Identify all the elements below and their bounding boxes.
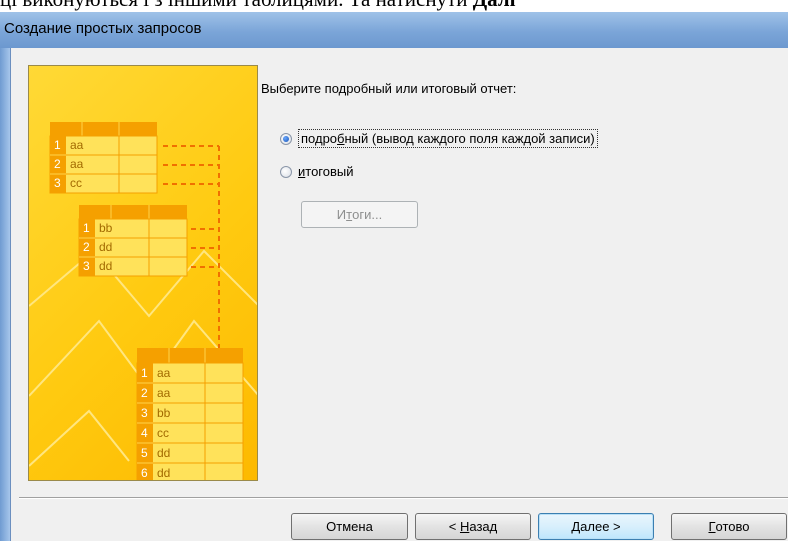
- table2-cell-value: dd: [99, 240, 113, 254]
- detail-radio[interactable]: [280, 132, 292, 145]
- table2-cell-value: dd: [99, 259, 113, 273]
- summary-radio[interactable]: [280, 165, 292, 178]
- table3-row-number: 1: [141, 366, 148, 380]
- table3-cell-value: aa: [157, 366, 171, 380]
- table3-row-number: 3: [141, 406, 148, 420]
- report-type-prompt: Выберите подробный или итоговый отчет:: [261, 81, 517, 96]
- totals-button[interactable]: Ит оги...: [301, 201, 418, 228]
- illustration-table-3: [136, 348, 244, 480]
- summary-option-label[interactable]: итоговый: [298, 164, 354, 179]
- table1-cell-value: aa: [70, 157, 84, 171]
- illustration-table-1: [49, 122, 158, 194]
- table3-row-number: 6: [141, 466, 148, 480]
- table2-row-number: 2: [83, 240, 90, 254]
- table2-row-number: 3: [83, 259, 90, 273]
- detail-option[interactable]: подробный (вывод каждого поля каждой зап…: [280, 129, 598, 148]
- detail-option-label[interactable]: подробный (вывод каждого поля каждой зап…: [298, 129, 598, 148]
- table2-cell-value: bb: [99, 221, 113, 235]
- table3-row-number: 5: [141, 446, 148, 460]
- summary-option[interactable]: итоговый: [280, 164, 354, 179]
- table3-cell-value: cc: [157, 426, 169, 440]
- back-button[interactable]: < Назад: [415, 513, 531, 540]
- table1-row-number: 2: [54, 157, 61, 171]
- dialog-client-area: 1 2 3 aa aa cc 1 2 3 bb dd dd 1 2 3 4 5 …: [11, 48, 788, 541]
- table1-cell-value: cc: [70, 176, 82, 190]
- illustration-table-2: [78, 205, 188, 277]
- next-button[interactable]: Далее >: [538, 513, 654, 540]
- table1-row-number: 1: [54, 138, 61, 152]
- window-frame-left: [0, 48, 11, 541]
- table3-row-number: 4: [141, 426, 148, 440]
- button-separator: [19, 497, 788, 499]
- table3-cell-value: bb: [157, 406, 171, 420]
- query-wizard-dialog: Создание простых запросов 1 2 3 aa aa cc…: [0, 12, 788, 541]
- cancel-button[interactable]: Отмена: [291, 513, 408, 540]
- table3-row-number: 2: [141, 386, 148, 400]
- table1-row-number: 3: [54, 176, 61, 190]
- table3-cell-value: dd: [157, 446, 171, 460]
- table3-cell-value: aa: [157, 386, 171, 400]
- table1-cell-value: aa: [70, 138, 84, 152]
- window-title: Создание простых запросов: [4, 20, 202, 37]
- table3-cell-value: dd: [157, 466, 171, 480]
- wizard-illustration: 1 2 3 aa aa cc 1 2 3 bb dd dd 1 2 3 4 5 …: [28, 65, 258, 481]
- table2-row-number: 1: [83, 221, 90, 235]
- document-bold-word: Далі: [473, 0, 516, 11]
- title-bar[interactable]: Создание простых запросов: [0, 12, 788, 49]
- finish-button[interactable]: Готово: [671, 513, 787, 540]
